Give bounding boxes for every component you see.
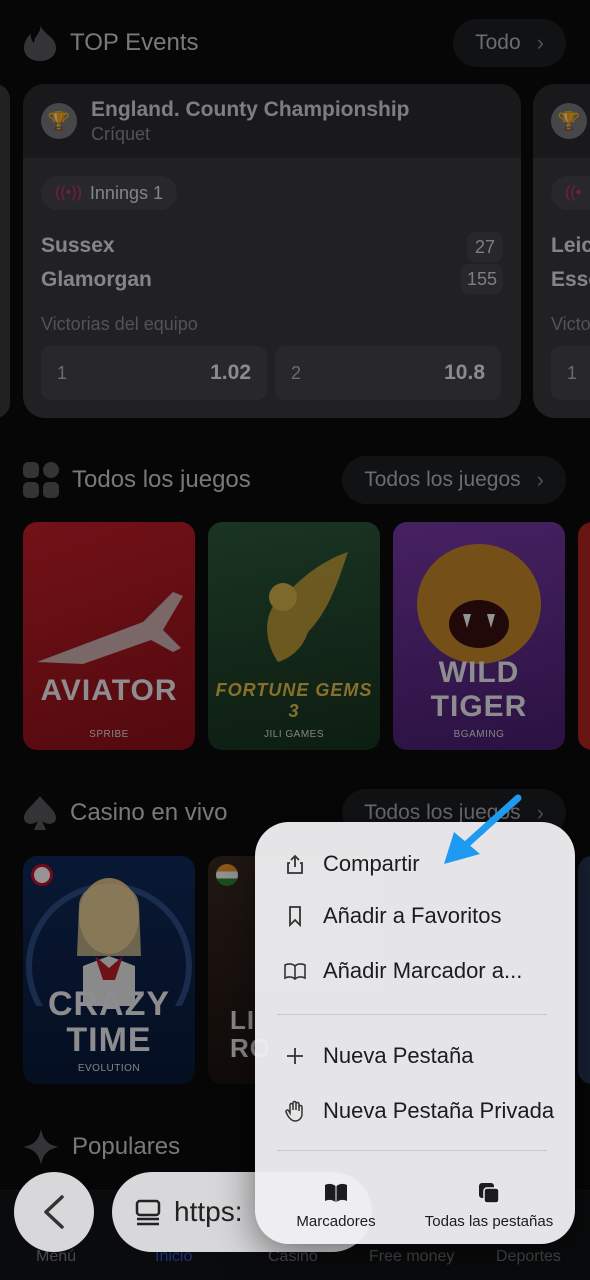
bookmarks-button[interactable]: Marcadores	[291, 1181, 381, 1230]
top-events-title: TOP Events	[70, 29, 199, 56]
bookmarks-label: Marcadores	[296, 1213, 376, 1230]
team-2: Glamorgan	[41, 268, 152, 291]
game-tile-next[interactable]	[578, 522, 590, 750]
live-tile-next[interactable]	[578, 856, 590, 1084]
tabs-icon	[479, 1183, 500, 1204]
url-text: https:	[174, 1196, 243, 1227]
menu-item-new-tab[interactable]: Nueva Pestaña	[283, 1034, 561, 1078]
live-status-badge: ((•	[551, 176, 590, 210]
game-name: FORTUNE GEMS 3	[215, 680, 373, 721]
page-menu-icon	[135, 1199, 161, 1226]
all-tabs-label: Todas las pestañas	[424, 1213, 554, 1230]
all-games-see-all-button[interactable]: Todos los juegos ›	[342, 456, 566, 504]
odd-key: 1	[57, 362, 68, 383]
menu-item-label: Nueva Pestaña Privada	[323, 1098, 555, 1123]
pointer-arrow-icon	[444, 794, 522, 864]
status-text: Innings 1	[89, 182, 163, 203]
live-broadcast-icon: ((•))	[55, 184, 82, 201]
odd-value: 1.02	[210, 361, 251, 384]
menu-item-label: Nueva Pestaña	[323, 1043, 474, 1068]
all-games-title: Todos los juegos	[72, 466, 251, 493]
menu-item-label: Añadir a Favoritos	[323, 903, 502, 928]
menu-divider	[277, 1150, 547, 1151]
menu-item-label: Añadir Marcador a...	[323, 958, 523, 983]
menu-item-add-favorites[interactable]: Añadir a Favoritos	[283, 894, 561, 938]
sparkle-icon	[23, 1129, 59, 1165]
hand-icon	[285, 1100, 303, 1122]
game-provider: JILI GAMES	[263, 729, 324, 740]
see-all-label: Todos los juegos	[364, 468, 521, 491]
trophy-icon: 🏆	[551, 103, 587, 139]
bookmark-icon	[289, 906, 301, 928]
odd-button-1[interactable]: 1	[551, 346, 590, 400]
event-sport: Críquet	[91, 123, 151, 144]
chevron-right-icon: ›	[536, 30, 544, 55]
odd-button-2[interactable]: 2 10.8	[275, 346, 501, 400]
game-name: CRAZY TIME	[47, 985, 171, 1059]
odd-value: 10.8	[444, 361, 485, 384]
event-card-header: 🏆 England. County Championship Críquet	[23, 84, 521, 158]
game-name: WILD TIGER	[430, 656, 528, 723]
game-name: AVIATOR	[40, 674, 178, 707]
game-provider: EVOLUTION	[77, 1063, 141, 1074]
browser-context-menu: Compartir Añadir a Favoritos Añadir Marc…	[255, 822, 575, 1244]
chevron-left-icon	[44, 1195, 64, 1229]
event-card-prev[interactable]	[0, 84, 10, 418]
menu-divider	[277, 1014, 547, 1015]
fire-icon	[24, 25, 56, 61]
top-events-see-all-button[interactable]: Todo ›	[453, 19, 566, 67]
back-button[interactable]	[14, 1172, 94, 1252]
grid-icon	[23, 462, 59, 498]
event-league: England. County Championship	[91, 97, 410, 121]
host-image	[26, 878, 192, 1006]
menu-item-label: Compartir	[323, 851, 420, 876]
india-flag-icon	[216, 864, 238, 886]
score-1: 27	[467, 232, 503, 262]
event-card[interactable]: 🏆 England. County Championship Críquet (…	[23, 84, 521, 418]
team-1: Leic	[551, 234, 590, 257]
spade-icon	[24, 796, 56, 830]
game-provider: SPRIBE	[89, 729, 129, 740]
live-status-badge: ((•)) Innings 1	[41, 176, 177, 210]
airplane-icon	[37, 592, 183, 664]
see-all-label: Todo	[475, 31, 521, 54]
page: TOP Events Todo › 🏆 England. County Cham…	[0, 0, 590, 1280]
event-card-next[interactable]: 🏆 ((• Leic Esse Victo 1	[533, 84, 590, 418]
nav-item-free-money[interactable]: Free money	[369, 1248, 454, 1266]
game-tile-fortune-gems[interactable]: FORTUNE GEMS 3 JILI GAMES	[208, 522, 380, 750]
live-casino-title: Casino en vivo	[70, 799, 228, 826]
market-label: Victorias del equipo	[41, 314, 198, 334]
all-tabs-button[interactable]: Todas las pestañas	[419, 1181, 559, 1230]
market-label: Victo	[551, 314, 590, 334]
odd-button-1[interactable]: 1 1.02	[41, 346, 267, 400]
share-icon	[287, 854, 303, 874]
live-tile-crazy-time[interactable]: CRAZY TIME EVOLUTION	[23, 856, 195, 1084]
popular-title: Populares	[72, 1133, 181, 1160]
odd-key: 1	[567, 362, 578, 383]
score-2: 155	[460, 264, 503, 294]
all-games-header: Todos los juegos Todos los juegos ›	[22, 455, 566, 505]
menu-item-add-bookmark[interactable]: Añadir Marcador a...	[283, 949, 561, 993]
game-tile-aviator[interactable]: AVIATOR SPRIBE	[23, 522, 195, 750]
trophy-icon: 🏆	[41, 103, 77, 139]
golden-bird-icon	[267, 552, 348, 662]
live-broadcast-icon: ((•	[565, 184, 582, 201]
chevron-right-icon: ›	[536, 467, 544, 492]
tiger-icon	[417, 544, 541, 664]
bookmarks-book-icon	[325, 1183, 347, 1202]
top-events-header: TOP Events Todo ›	[22, 18, 566, 68]
game-tile-wild-tiger[interactable]: WILD TIGER BGAMING	[393, 522, 565, 750]
open-book-icon	[284, 963, 306, 981]
plus-icon	[287, 1048, 303, 1064]
menu-item-new-private-tab[interactable]: Nueva Pestaña Privada	[283, 1089, 561, 1133]
team-2: Esse	[551, 268, 590, 291]
nav-item-sports[interactable]: Deportes	[496, 1248, 561, 1266]
team-1: Sussex	[41, 234, 115, 257]
odd-key: 2	[291, 362, 302, 383]
game-provider: BGAMING	[453, 729, 505, 740]
